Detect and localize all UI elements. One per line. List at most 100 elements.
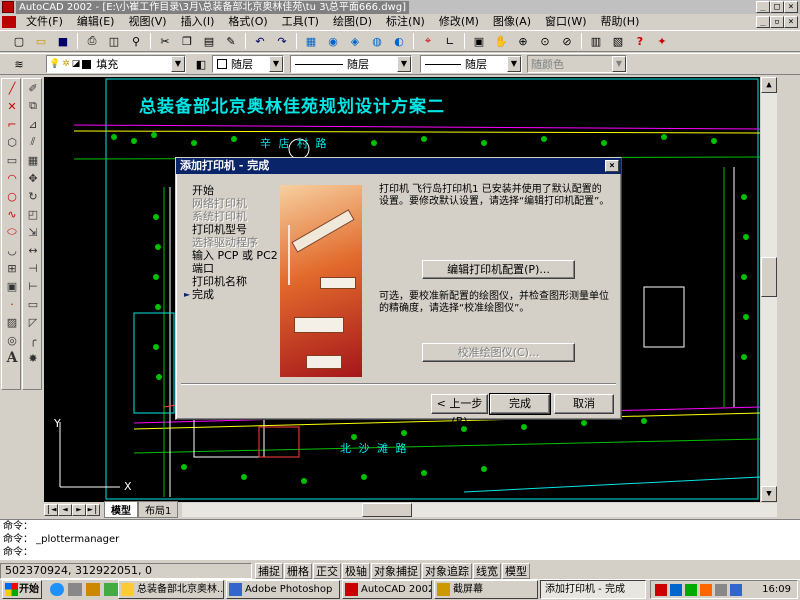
chevron-down-icon[interactable]: ▼ xyxy=(171,56,185,72)
tab-first-button[interactable]: |◄ xyxy=(44,503,58,516)
construction-line-icon[interactable]: ✕ xyxy=(3,97,21,115)
antivirus-tray-icon[interactable] xyxy=(685,583,697,596)
zoom-previous-icon[interactable]: ⊘ xyxy=(557,32,577,50)
vertical-scroll-thumb[interactable] xyxy=(761,257,777,297)
lengthen-icon[interactable]: ↔ xyxy=(24,241,42,259)
lineweight-toggle[interactable]: 线宽 xyxy=(473,563,501,579)
open-icon[interactable]: ▭ xyxy=(31,32,51,50)
copy-object-icon[interactable]: ⧉ xyxy=(24,97,42,115)
scale-icon[interactable]: ◰ xyxy=(24,205,42,223)
acad-tray-icon[interactable] xyxy=(655,583,667,596)
close-button[interactable]: × xyxy=(784,1,798,13)
undo-icon[interactable]: ↶ xyxy=(250,32,270,50)
edit-plotter-config-button[interactable]: 编辑打印机配置(P)... xyxy=(422,260,575,279)
otrack-toggle[interactable]: 对象追踪 xyxy=(422,563,472,579)
redo-icon[interactable]: ↷ xyxy=(272,32,292,50)
tab-last-button[interactable]: ►| xyxy=(86,503,100,516)
scroll-up-icon[interactable]: ▲ xyxy=(761,77,777,93)
command-window[interactable]: 命令： 命令： _plottermanager 命令： xyxy=(0,519,800,560)
menu-window[interactable]: 窗口(W) xyxy=(538,14,593,30)
menu-help[interactable]: 帮助(H) xyxy=(594,14,647,30)
autocad-app-icon[interactable] xyxy=(2,1,14,13)
help-icon[interactable]: ? xyxy=(630,32,650,50)
menu-insert[interactable]: 插入(I) xyxy=(174,14,222,30)
horizontal-scroll-thumb[interactable] xyxy=(362,502,413,517)
layers-icon[interactable]: ≋ xyxy=(9,55,29,73)
input-method-icon[interactable] xyxy=(730,583,742,596)
doc-minimize-button[interactable]: _ xyxy=(756,16,770,28)
menu-dimension[interactable]: 标注(N) xyxy=(379,14,432,30)
color-combo[interactable]: 随层 ▼ xyxy=(212,55,284,73)
taskbar-item-photoshop[interactable]: Adobe Photoshop xyxy=(226,580,340,599)
hatch-icon[interactable]: ▨ xyxy=(3,313,21,331)
dbconnect-icon[interactable]: ◐ xyxy=(389,32,409,50)
pan-icon[interactable]: ✋ xyxy=(491,32,511,50)
make-layer-current-icon[interactable]: ◧ xyxy=(191,55,211,73)
command-line-3[interactable]: 命令： xyxy=(3,546,800,559)
circle-icon[interactable]: ○ xyxy=(3,187,21,205)
insert-block-icon[interactable]: ⊞ xyxy=(3,259,21,277)
ie-icon[interactable] xyxy=(50,583,64,596)
menu-file[interactable]: 文件(F) xyxy=(19,14,70,30)
dialog-close-icon[interactable]: × xyxy=(605,160,619,172)
explode-icon[interactable]: ✸ xyxy=(24,349,42,367)
chevron-down-icon[interactable]: ▼ xyxy=(397,56,411,72)
doc-close-button[interactable]: × xyxy=(784,16,798,28)
taskbar-item-add-printer[interactable]: 添加打印机 - 完成 xyxy=(540,580,646,599)
horizontal-scrollbar[interactable] xyxy=(182,502,777,517)
tab-layout1[interactable]: 布局1 xyxy=(138,501,179,518)
taskbar-item-folder[interactable]: 总装备部北京奥林... xyxy=(118,580,224,599)
menu-modify[interactable]: 修改(M) xyxy=(432,14,486,30)
tray-icon[interactable] xyxy=(700,583,712,596)
explorer-icon[interactable] xyxy=(104,583,118,596)
minimize-button[interactable]: _ xyxy=(756,1,770,13)
menu-image[interactable]: 图像(A) xyxy=(486,14,538,30)
cancel-button[interactable]: 取消 xyxy=(554,394,614,414)
properties-icon[interactable]: ◈ xyxy=(345,32,365,50)
make-block-icon[interactable]: ▣ xyxy=(3,277,21,295)
polyline-icon[interactable]: ⌐ xyxy=(3,115,21,133)
stretch-icon[interactable]: ⇲ xyxy=(24,223,42,241)
trim-icon[interactable]: ⊣ xyxy=(24,259,42,277)
ellipse-arc-icon[interactable]: ◡ xyxy=(3,241,21,259)
menu-tools[interactable]: 工具(T) xyxy=(275,14,326,30)
redraw-icon[interactable]: ▣ xyxy=(469,32,489,50)
tool-palette-icon[interactable]: ◍ xyxy=(367,32,387,50)
back-button[interactable]: < 上一步(B) xyxy=(431,394,488,428)
taskbar-item-screenshot[interactable]: 截屏幕 xyxy=(434,580,538,599)
spline-icon[interactable]: ∿ xyxy=(3,205,21,223)
hyperlink-icon[interactable]: ◉ xyxy=(323,32,343,50)
calculator-icon[interactable]: ▥ xyxy=(586,32,606,50)
offset-icon[interactable]: ⫽ xyxy=(24,133,42,151)
rectangle-icon[interactable]: ▭ xyxy=(3,151,21,169)
polar-toggle[interactable]: 极轴 xyxy=(342,563,370,579)
network-tray-icon[interactable] xyxy=(670,583,682,596)
zoom-realtime-icon[interactable]: ⊕ xyxy=(513,32,533,50)
design-center-icon[interactable]: ▦ xyxy=(301,32,321,50)
layer-combo[interactable]: 💡 ✲ ◪ 填充 ▼ xyxy=(46,55,186,73)
menu-edit[interactable]: 编辑(E) xyxy=(70,14,122,30)
tab-model[interactable]: 模型 xyxy=(104,501,138,518)
region-icon[interactable]: ◎ xyxy=(3,331,21,349)
line-icon[interactable]: ╱ xyxy=(3,79,21,97)
ortho-toggle[interactable]: 正交 xyxy=(313,563,341,579)
match-properties-icon[interactable]: ✎ xyxy=(221,32,241,50)
preview-icon[interactable]: ◫ xyxy=(104,32,124,50)
find-icon[interactable]: ⚲ xyxy=(126,32,146,50)
start-button[interactable]: 开始 xyxy=(2,580,42,599)
today-icon[interactable]: ✦ xyxy=(652,32,672,50)
mirror-icon[interactable]: ⊿ xyxy=(24,115,42,133)
doc-restore-button[interactable]: ▫ xyxy=(770,16,784,28)
maximize-button[interactable]: □ xyxy=(770,1,784,13)
ellipse-icon[interactable]: ⬭ xyxy=(3,223,21,241)
cut-icon[interactable]: ✂ xyxy=(155,32,175,50)
finish-button[interactable]: 完成 xyxy=(489,393,551,415)
outlook-icon[interactable] xyxy=(86,583,100,596)
model-toggle[interactable]: 模型 xyxy=(502,563,530,579)
object-properties-icon[interactable]: ▧ xyxy=(608,32,628,50)
point-icon[interactable]: · xyxy=(3,295,21,313)
volume-icon[interactable] xyxy=(715,583,727,596)
ucs-icon[interactable]: ∟ xyxy=(440,32,460,50)
vertical-scrollbar[interactable]: ▲ ▼ xyxy=(761,77,777,502)
array-icon[interactable]: ▦ xyxy=(24,151,42,169)
